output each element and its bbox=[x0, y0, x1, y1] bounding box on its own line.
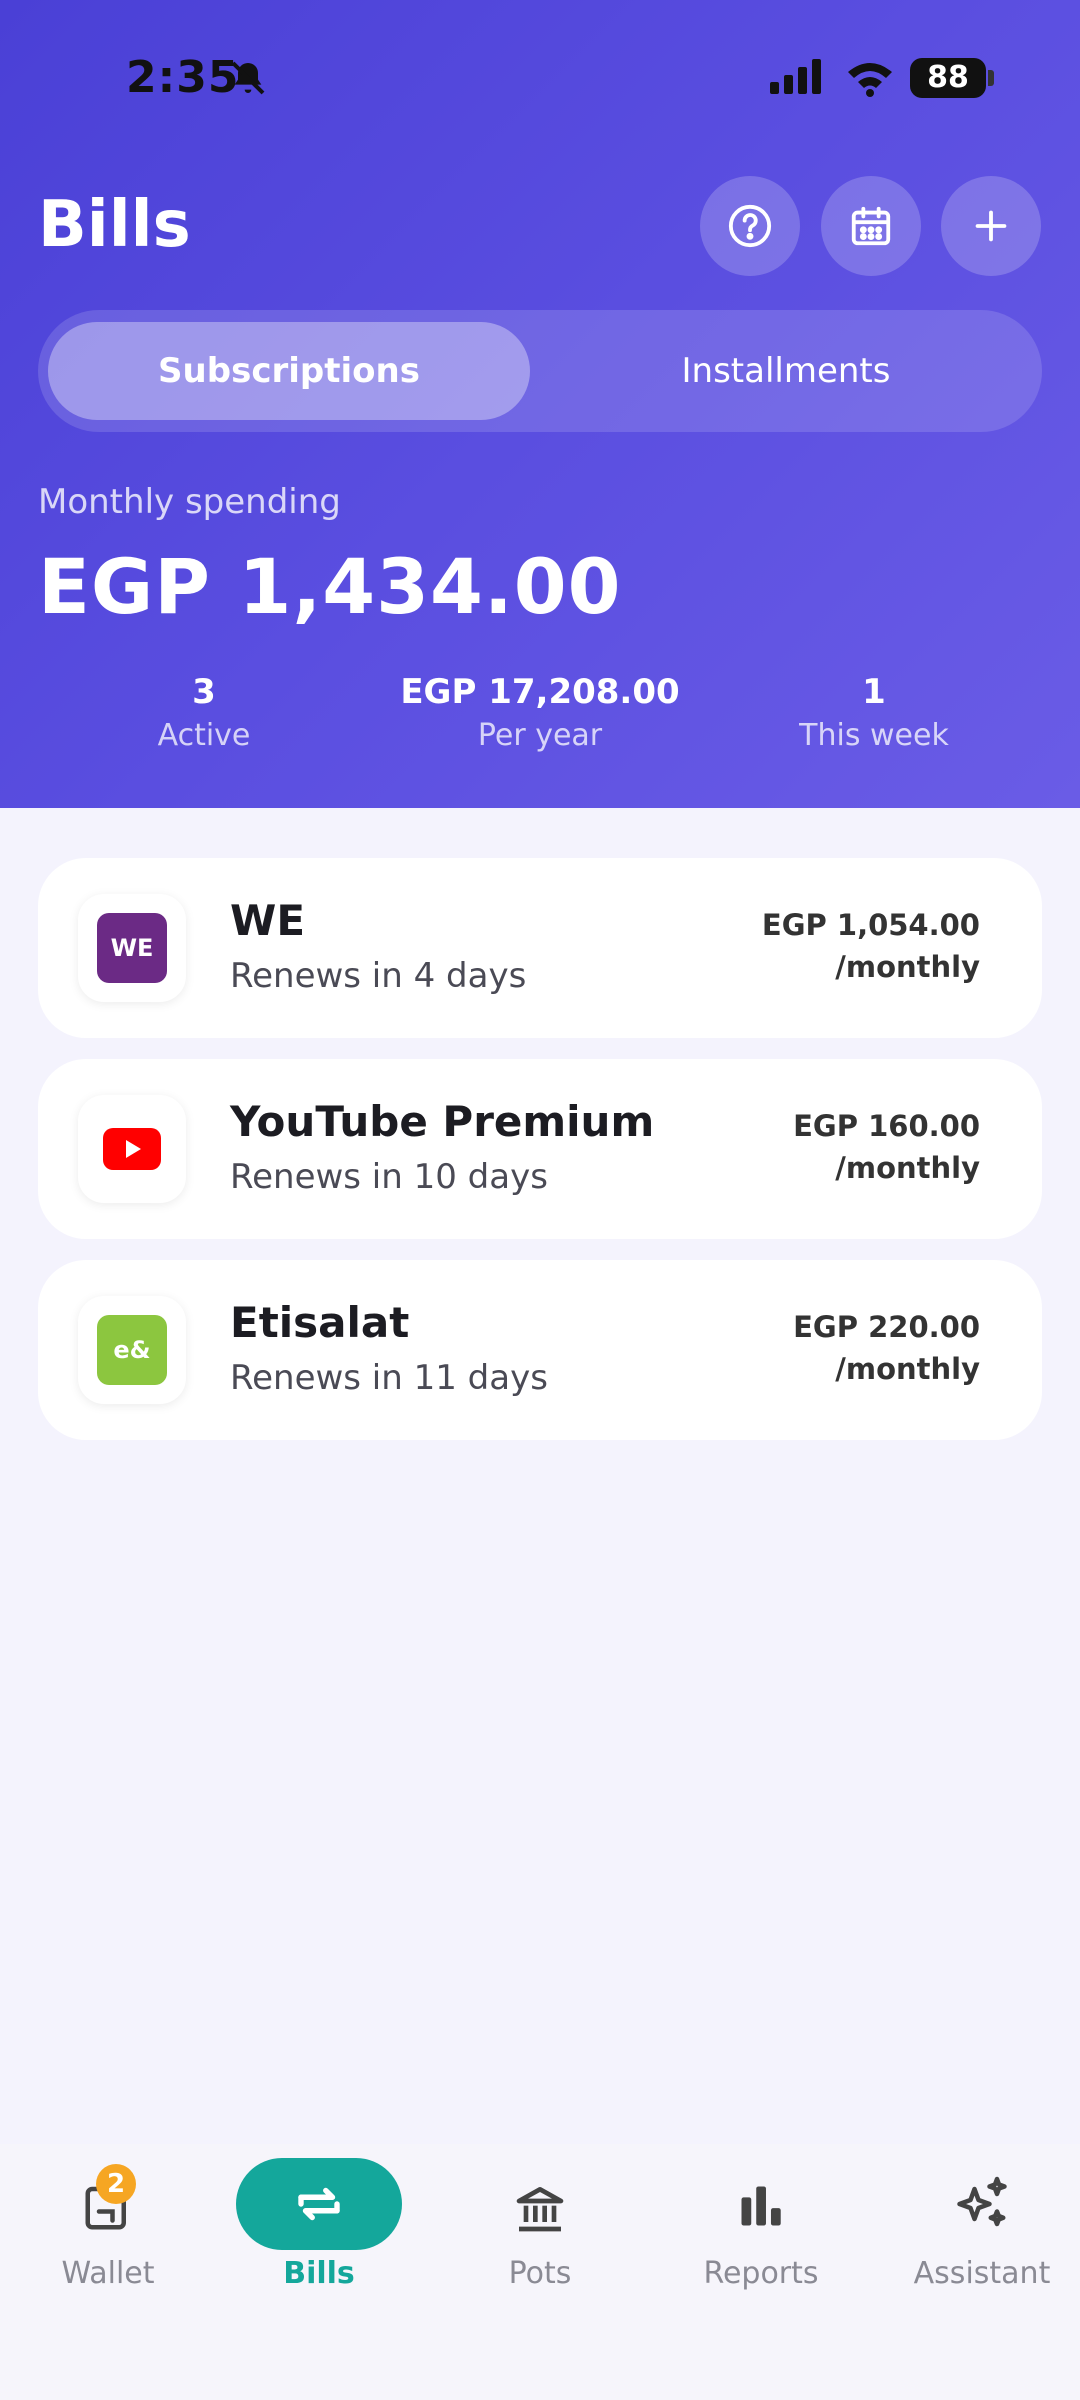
tab-installments[interactable]: Installments bbox=[538, 322, 1034, 420]
spending-value: EGP 1,434.00 bbox=[38, 542, 622, 631]
battery-indicator: 88 bbox=[910, 58, 994, 98]
tab-subscriptions[interactable]: Subscriptions bbox=[48, 322, 530, 420]
page-title: Bills bbox=[38, 188, 191, 262]
calendar-icon bbox=[851, 206, 891, 246]
nav-label: Bills bbox=[283, 2256, 355, 2291]
header: 2:35 88 Bills Subscriptions Installments… bbox=[0, 0, 1080, 808]
plus-icon bbox=[975, 210, 1007, 242]
nav-label: Wallet bbox=[61, 2256, 155, 2291]
stat-this-week: 1 This week bbox=[714, 672, 1034, 753]
stat-value: 1 bbox=[862, 672, 886, 712]
nav-assistant[interactable]: Assistant bbox=[874, 2144, 1080, 2344]
logo-container: e& bbox=[78, 1296, 186, 1404]
nav-pots[interactable]: Pots bbox=[432, 2144, 648, 2344]
subscription-period: /monthly bbox=[835, 1352, 980, 1386]
nav-label: Assistant bbox=[913, 2256, 1051, 2291]
status-bar: 2:35 88 bbox=[0, 0, 1080, 160]
help-button[interactable] bbox=[700, 176, 800, 276]
nav-bills[interactable]: Bills bbox=[211, 2144, 427, 2344]
add-button[interactable] bbox=[941, 176, 1041, 276]
subscription-amount: EGP 160.00 bbox=[793, 1109, 980, 1143]
status-time: 2:35 bbox=[126, 52, 240, 103]
nav-icon-wrap bbox=[735, 2180, 787, 2232]
battery-tip bbox=[988, 70, 994, 86]
nav-reports[interactable]: Reports bbox=[653, 2144, 869, 2344]
subscription-name: YouTube Premium bbox=[230, 1097, 655, 1146]
help-icon bbox=[728, 204, 772, 248]
logo-container: WE bbox=[78, 894, 186, 1002]
renewal-text: Renews in 4 days bbox=[230, 956, 527, 996]
subscription-period: /monthly bbox=[835, 1151, 980, 1185]
calendar-button[interactable] bbox=[821, 176, 921, 276]
stat-value: EGP 17,208.00 bbox=[400, 672, 680, 712]
nav-icon-wrap bbox=[512, 2180, 568, 2236]
subscription-card-youtube[interactable]: YouTube Premium Renews in 10 days EGP 16… bbox=[38, 1059, 1042, 1239]
spending-label: Monthly spending bbox=[38, 482, 341, 522]
nav-wallet[interactable]: 2 Wallet bbox=[0, 2144, 216, 2344]
subscription-amount: EGP 220.00 bbox=[793, 1310, 980, 1344]
stat-active: 3 Active bbox=[44, 672, 364, 753]
nav-icon-wrap bbox=[236, 2158, 402, 2250]
nav-label: Reports bbox=[703, 2256, 819, 2291]
wallet-badge: 2 bbox=[96, 2164, 136, 2204]
subscription-period: /monthly bbox=[835, 950, 980, 984]
youtube-logo-icon bbox=[103, 1128, 161, 1170]
sparkle-icon bbox=[957, 2176, 1007, 2227]
active-pill bbox=[236, 2158, 402, 2250]
stat-per-year: EGP 17,208.00 Per year bbox=[380, 672, 700, 753]
stat-label: Active bbox=[157, 718, 251, 753]
battery-level: 88 bbox=[910, 58, 986, 98]
logo-container bbox=[78, 1095, 186, 1203]
stat-value: 3 bbox=[192, 672, 216, 712]
repeat-icon bbox=[298, 2187, 340, 2221]
we-logo-icon: WE bbox=[97, 913, 167, 983]
bar-chart-icon bbox=[741, 2186, 781, 2226]
stat-label: Per year bbox=[477, 718, 603, 753]
bottom-nav: 2 Wallet Bills Pots Reports Assistant bbox=[0, 2144, 1080, 2400]
bank-icon bbox=[516, 2187, 564, 2232]
renewal-text: Renews in 11 days bbox=[230, 1358, 548, 1398]
subscription-name: Etisalat bbox=[230, 1298, 410, 1347]
subscription-card-we[interactable]: WE WE Renews in 4 days EGP 1,054.00 /mon… bbox=[38, 858, 1042, 1038]
segmented-tabs: Subscriptions Installments bbox=[38, 310, 1042, 432]
subscription-name: WE bbox=[230, 896, 306, 945]
signal-icon bbox=[770, 59, 821, 94]
subscription-card-etisalat[interactable]: e& Etisalat Renews in 11 days EGP 220.00… bbox=[38, 1260, 1042, 1440]
bell-off-icon bbox=[231, 61, 265, 95]
renewal-text: Renews in 10 days bbox=[230, 1157, 548, 1197]
etisalat-logo-icon: e& bbox=[97, 1315, 167, 1385]
nav-icon-wrap bbox=[952, 2174, 1012, 2234]
wifi-icon bbox=[848, 63, 892, 97]
subscription-amount: EGP 1,054.00 bbox=[761, 908, 980, 942]
nav-label: Pots bbox=[508, 2256, 572, 2291]
stat-label: This week bbox=[799, 718, 949, 753]
